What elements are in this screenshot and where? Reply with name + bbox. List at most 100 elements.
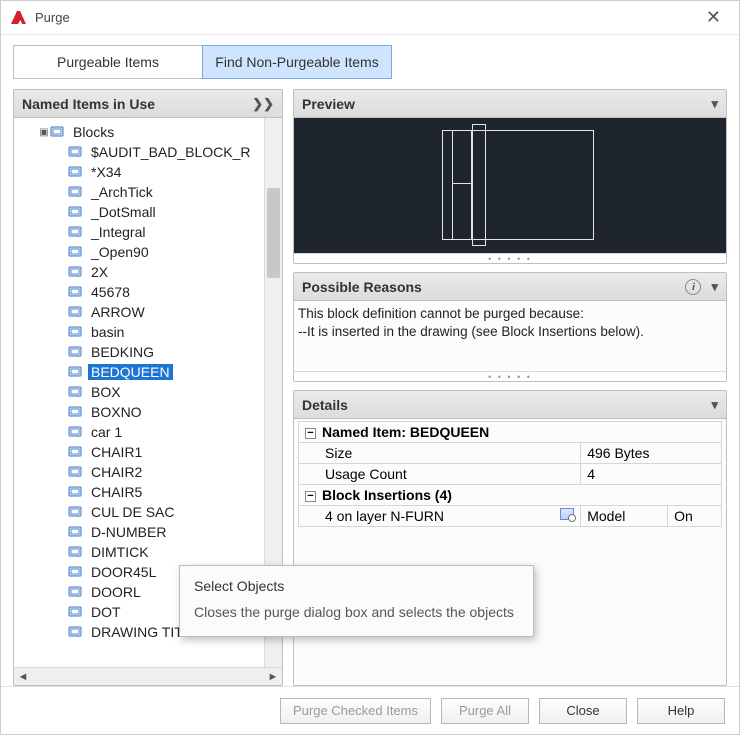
details-table: −Named Item: BEDQUEEN Size496 Bytes Usag…: [298, 421, 722, 527]
tree-item[interactable]: BOX: [20, 382, 264, 402]
tree-item-label: car 1: [88, 424, 125, 440]
tree-item-label: $AUDIT_BAD_BLOCK_R: [88, 144, 254, 160]
tree-item-label: *X34: [88, 164, 124, 180]
tree-item[interactable]: $AUDIT_BAD_BLOCK_R: [20, 142, 264, 162]
tree-item-label: basin: [88, 324, 127, 340]
tree-item-label: DOOR45L: [88, 564, 159, 580]
tree-item[interactable]: BOXNO: [20, 402, 264, 422]
details-usage-label: Usage Count: [299, 464, 581, 485]
details-usage-value: 4: [581, 464, 722, 485]
chevron-down-icon: ▾: [711, 279, 718, 295]
preview-header[interactable]: Preview ▾: [294, 90, 726, 118]
tree-item-label: DOORL: [88, 584, 144, 600]
tree-item-label: ARROW: [88, 304, 148, 320]
tree-item-label: BOXNO: [88, 404, 145, 420]
purge-dialog: Purge ✕ Purgeable Items Find Non-Purgeab…: [0, 0, 740, 735]
tree-item-label: CHAIR5: [88, 484, 145, 500]
collapse-icon[interactable]: −: [305, 428, 316, 439]
tree-item[interactable]: 2X: [20, 262, 264, 282]
reason-line: --It is inserted in the drawing (see Blo…: [298, 323, 720, 341]
select-objects-icon[interactable]: [560, 508, 574, 520]
chevron-down-icon: ▾: [711, 397, 718, 413]
details-named-item: Named Item: BEDQUEEN: [322, 424, 489, 440]
tree-item[interactable]: *X34: [20, 162, 264, 182]
close-button[interactable]: Close: [539, 698, 627, 724]
tree-item-label: CUL DE SAC: [88, 504, 178, 520]
collapse-icon[interactable]: −: [305, 491, 316, 502]
tree-item-label: CHAIR1: [88, 444, 145, 460]
block-icon: [68, 425, 84, 439]
block-icon: [68, 465, 84, 479]
block-icon: [68, 625, 84, 639]
block-icon: [68, 565, 84, 579]
tree-root-blocks[interactable]: ▣Blocks: [20, 122, 264, 142]
tab-row: Purgeable Items Find Non-Purgeable Items: [13, 45, 727, 79]
tree-item-label: _DotSmall: [88, 204, 159, 220]
possible-reasons-header-label: Possible Reasons: [302, 279, 422, 295]
scroll-left-arrow-icon[interactable]: ◄: [14, 671, 32, 683]
tree-item[interactable]: ARROW: [20, 302, 264, 322]
tree-item[interactable]: D-NUMBER: [20, 522, 264, 542]
reason-line: This block definition cannot be purged b…: [298, 305, 720, 323]
panel-resize-grip[interactable]: • • • • •: [294, 371, 726, 381]
block-icon: [68, 145, 84, 159]
tooltip: Select Objects Closes the purge dialog b…: [179, 565, 534, 637]
tree-item[interactable]: _Open90: [20, 242, 264, 262]
tree-item-label: D-NUMBER: [88, 524, 169, 540]
block-icon: [68, 365, 84, 379]
tree-item[interactable]: basin: [20, 322, 264, 342]
details-insertions-label: Block Insertions (4): [322, 487, 452, 503]
scroll-right-arrow-icon[interactable]: ►: [264, 671, 282, 683]
tree-item[interactable]: _DotSmall: [20, 202, 264, 222]
purge-all-button[interactable]: Purge All: [441, 698, 529, 724]
tree-item[interactable]: CHAIR2: [20, 462, 264, 482]
tooltip-body: Closes the purge dialog box and selects …: [194, 604, 519, 620]
tree-item[interactable]: CHAIR1: [20, 442, 264, 462]
block-icon: [68, 265, 84, 279]
named-items-header[interactable]: Named Items in Use ❯❯: [14, 90, 282, 118]
block-icon: [68, 445, 84, 459]
block-icon: [50, 125, 66, 139]
tree-item[interactable]: car 1: [20, 422, 264, 442]
block-icon: [68, 545, 84, 559]
close-icon[interactable]: ✕: [696, 7, 731, 28]
tree-item[interactable]: BEDQUEEN: [20, 362, 264, 382]
tree-item[interactable]: _ArchTick: [20, 182, 264, 202]
tree-item-label: DOT: [88, 604, 124, 620]
dialog-button-row: Purge Checked Items Purge All Close Help: [1, 686, 739, 734]
block-icon: [68, 185, 84, 199]
scrollbar-thumb[interactable]: [267, 188, 280, 278]
tree-item[interactable]: _Integral: [20, 222, 264, 242]
block-icon: [68, 485, 84, 499]
details-row-state: On: [668, 506, 722, 527]
tab-purgeable-items[interactable]: Purgeable Items: [13, 45, 203, 79]
help-button[interactable]: Help: [637, 698, 725, 724]
details-panel: Details ▾ −Named Item: BEDQUEEN Size496 …: [293, 390, 727, 686]
tree-item[interactable]: 45678: [20, 282, 264, 302]
chevron-down-icon: ▾: [711, 96, 718, 112]
tree-item[interactable]: CUL DE SAC: [20, 502, 264, 522]
purge-checked-button[interactable]: Purge Checked Items: [280, 698, 431, 724]
block-icon: [68, 325, 84, 339]
block-icon: [68, 305, 84, 319]
named-items-header-label: Named Items in Use: [22, 96, 155, 112]
tree-item[interactable]: DIMTICK: [20, 542, 264, 562]
tree-item-label: _Integral: [88, 224, 148, 240]
titlebar: Purge ✕: [1, 1, 739, 35]
tooltip-title: Select Objects: [194, 578, 519, 594]
block-icon: [68, 345, 84, 359]
info-icon[interactable]: i: [685, 279, 701, 295]
tree-item[interactable]: CHAIR5: [20, 482, 264, 502]
details-header[interactable]: Details ▾: [294, 391, 726, 419]
tree-horizontal-scrollbar[interactable]: ◄ ►: [14, 667, 282, 685]
tree-item[interactable]: BEDKING: [20, 342, 264, 362]
collapse-icon[interactable]: ▣: [38, 127, 50, 138]
tab-find-non-purgeable[interactable]: Find Non-Purgeable Items: [202, 45, 392, 79]
possible-reasons-header[interactable]: Possible Reasons i ▾: [294, 273, 726, 301]
window-title: Purge: [35, 10, 696, 25]
tree-item-label: _Open90: [88, 244, 152, 260]
details-header-label: Details: [302, 397, 348, 413]
possible-reasons-body: This block definition cannot be purged b…: [294, 301, 726, 371]
panel-resize-grip[interactable]: • • • • •: [294, 253, 726, 263]
block-icon: [68, 385, 84, 399]
